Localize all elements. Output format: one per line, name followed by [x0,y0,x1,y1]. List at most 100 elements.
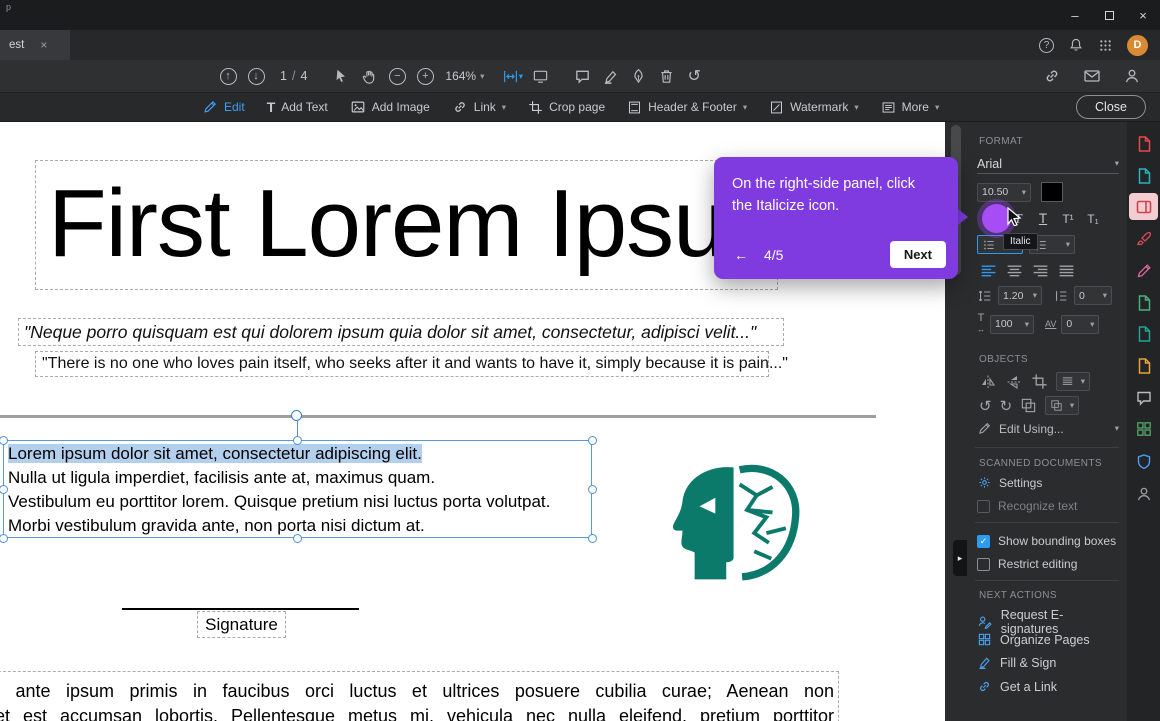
rotation-handle[interactable] [291,410,302,421]
convert-tool[interactable] [1129,162,1158,189]
recognize-text-checkbox[interactable]: Recognize text [977,499,1119,513]
export-pdf-tool[interactable] [1129,130,1158,157]
comments-tool[interactable] [1129,384,1158,411]
selected-text-line[interactable]: Lorem ipsum dolor sit amet, consectetur … [8,444,422,463]
font-color-swatch[interactable] [1041,182,1063,202]
quote-plain-block[interactable]: "There is no one who loves pain itself, … [35,351,788,377]
horizontal-rule[interactable] [0,415,876,418]
resize-handle-top-center[interactable] [292,435,302,445]
paragraph-spacing-dropdown[interactable]: 0 ▾ [1074,286,1112,305]
delete-button[interactable] [652,63,680,89]
help-icon[interactable]: ? [1039,37,1054,53]
page-up-button[interactable]: ↑ [214,63,242,89]
crop-object-icon[interactable] [1031,373,1048,390]
user-avatar[interactable]: D [1127,34,1148,56]
font-size-dropdown[interactable]: 10.50 ▾ [977,182,1031,202]
comment-button[interactable] [568,63,596,89]
tooltip-next-button[interactable]: Next [889,241,946,268]
format-panel-tool[interactable] [1129,193,1158,220]
resize-handle-bottom-right[interactable] [587,533,597,543]
body-text-line[interactable]: Nulla ut ligula imperdiet, facilisis ant… [8,466,591,490]
char-spacing-dropdown[interactable]: 0 ▾ [1061,314,1100,334]
flip-vertical-icon[interactable] [1005,373,1023,391]
align-justify-icon[interactable] [1057,262,1076,281]
share-link-button[interactable] [1038,63,1066,89]
align-left-icon[interactable] [979,262,998,281]
subscript-button[interactable]: T₁ [1081,208,1105,229]
fit-width-view-button[interactable]: ▾ [498,63,526,89]
edit-mode-button[interactable]: Edit [202,99,245,115]
page-indicator[interactable]: 1 / 4 [270,69,317,83]
add-image-button[interactable]: Add Image [350,99,430,115]
account-button[interactable] [1118,63,1146,89]
rotate-right-icon[interactable]: ↻ [1000,397,1013,415]
apps-grid-icon[interactable] [1098,38,1113,53]
quote-italic-block[interactable]: "Neque porro quisquam est qui dolorem ip… [18,318,784,346]
resize-handle-top-left[interactable] [0,435,8,445]
char-scale-dropdown[interactable]: 100 ▾ [990,314,1034,334]
appearance-tool[interactable] [1129,225,1158,252]
tools-more-tool[interactable] [1129,480,1158,507]
compress-tool[interactable] [1129,320,1158,347]
link-button[interactable]: Link ▾ [452,99,506,115]
organize-pages-button[interactable]: Organize Pages [977,632,1119,647]
reading-mode-button[interactable] [526,63,554,89]
get-a-link-button[interactable]: Get a Link [977,679,1119,694]
signature-pen-button[interactable] [624,63,652,89]
show-bounding-boxes-checkbox[interactable]: ✓ Show bounding boxes [977,534,1119,548]
collapse-panel-button[interactable]: ▸ [953,540,967,576]
resize-handle-bottom-left[interactable] [0,533,8,543]
underline-button[interactable]: T [1031,208,1055,229]
resize-handle-top-right[interactable] [587,435,597,445]
watermark-button[interactable]: Watermark ▾ [769,100,859,115]
restrict-editing-checkbox[interactable]: Restrict editing [977,557,1119,571]
close-edit-mode-button[interactable]: Close [1076,95,1146,119]
font-family-dropdown[interactable]: Arial ▾ [977,154,1119,174]
scan-settings-button[interactable]: Settings [977,475,1119,490]
organize-tool[interactable] [1129,415,1158,442]
body-text-line[interactable]: Vestibulum eu porttitor lorem. Quisque p… [8,490,591,514]
rotate-left-icon[interactable]: ↺ [979,397,992,415]
zoom-in-button[interactable]: + [411,63,439,89]
combine-tool[interactable] [1129,289,1158,316]
align-right-icon[interactable] [1031,262,1050,281]
crop-page-button[interactable]: Crop page [528,100,605,115]
line-spacing-dropdown[interactable]: 1.20 ▾ [998,286,1042,305]
arrange-objects-dropdown[interactable]: ▾ [1045,396,1080,415]
resize-handle-bottom-center[interactable] [292,533,302,543]
selected-text-block[interactable]: Lorem ipsum dolor sit amet, consectetur … [3,440,592,538]
close-window-button[interactable]: × [1126,0,1160,30]
signature-text-block[interactable]: Signature [197,611,286,638]
undo-button[interactable]: ↺ [680,63,708,89]
page-down-button[interactable]: ↓ [242,63,270,89]
document-tab[interactable]: est × [0,30,70,60]
tab-close-icon[interactable]: × [40,38,47,52]
select-tool-button[interactable] [327,63,355,89]
minimize-button[interactable]: – [1058,0,1092,30]
group-objects-icon[interactable] [1020,397,1037,414]
resize-handle-mid-left[interactable] [0,484,8,494]
annotate-tool[interactable] [1129,257,1158,284]
ocr-tool[interactable] [1129,352,1158,379]
hand-tool-button[interactable] [355,63,383,89]
maximize-button[interactable] [1092,0,1126,30]
edit-using-row[interactable]: Edit Using... ▾ [977,421,1119,436]
superscript-button[interactable]: T¹ [1056,208,1080,229]
fill-and-sign-button[interactable]: Fill & Sign [977,655,1119,670]
brain-logo-image[interactable] [663,460,809,594]
add-text-button[interactable]: T Add Text [267,99,328,115]
highlight-button[interactable] [596,63,624,89]
footer-paragraph-block[interactable]: ibulum ante ipsum primis in faucibus orc… [0,671,839,721]
zoom-level-dropdown[interactable]: 164% ▾ [439,69,490,83]
protect-tool[interactable] [1129,448,1158,475]
resize-handle-mid-right[interactable] [587,484,597,494]
header-footer-button[interactable]: Header & Footer ▾ [627,100,747,115]
align-objects-dropdown[interactable]: ▾ [1056,372,1090,391]
title-text-block[interactable]: First Lorem Ipsum [35,160,805,290]
notifications-bell-icon[interactable] [1068,37,1084,53]
more-button[interactable]: More ▾ [881,100,939,115]
flip-horizontal-icon[interactable] [979,373,997,391]
zoom-out-button[interactable]: − [383,63,411,89]
current-page-value[interactable]: 1 [280,69,287,83]
align-center-icon[interactable] [1005,262,1024,281]
